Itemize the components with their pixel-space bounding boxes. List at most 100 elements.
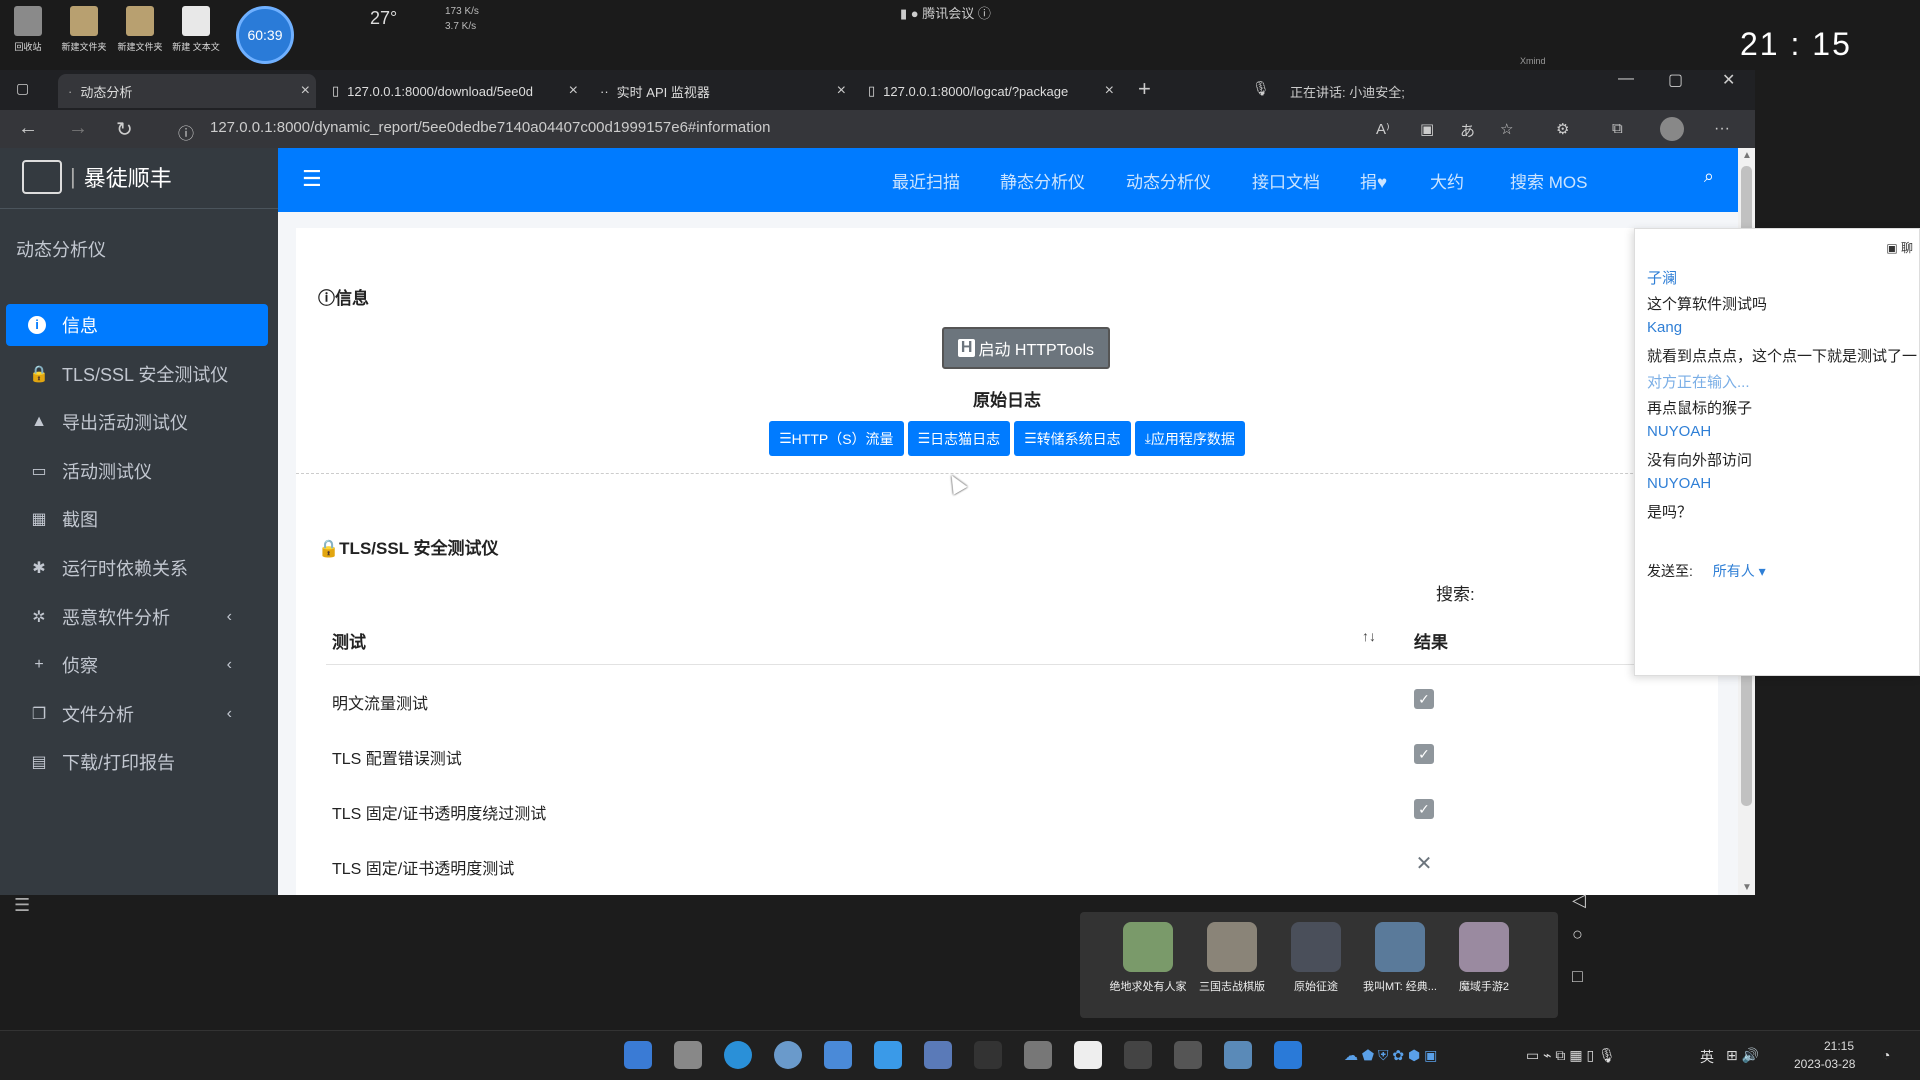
logo-icon — [22, 160, 62, 194]
nav-static-analyzer[interactable]: 静态分析仪 — [1000, 168, 1085, 193]
minimize-button[interactable]: — — [1618, 70, 1634, 88]
nav-search-mos[interactable]: 搜索 MOS — [1510, 168, 1587, 193]
vscode-icon[interactable] — [1274, 1041, 1302, 1069]
ime-indicator[interactable]: 英 — [1700, 1047, 1714, 1067]
hamburger-menu-icon[interactable]: ☰ — [302, 166, 322, 192]
site-info-icon[interactable]: ⓘ — [178, 120, 194, 144]
java-icon[interactable] — [1024, 1041, 1052, 1069]
document-icon[interactable] — [924, 1041, 952, 1069]
chat-send-to: 发送至: 所有人 ▾ — [1647, 563, 1766, 579]
nav-dynamic-analyzer[interactable]: 动态分析仪 — [1126, 168, 1211, 193]
nav-about[interactable]: 大约 — [1430, 168, 1464, 193]
favorite-star-icon[interactable]: ☆ — [1500, 120, 1513, 138]
game-item[interactable]: 我叫MT: 经典... — [1358, 922, 1442, 994]
brand[interactable]: | 暴徒顺丰 — [22, 160, 172, 194]
start-httptools-button[interactable]: H 启动 HTTPTools — [942, 327, 1110, 369]
close-icon[interactable]: × — [837, 82, 846, 100]
desktop-icon-folder-1[interactable]: 新建文件夹 — [56, 6, 112, 53]
window-icon[interactable] — [1174, 1041, 1202, 1069]
profile-avatar[interactable] — [1660, 117, 1684, 141]
taskbar-time[interactable]: 21:15 — [1810, 1039, 1854, 1053]
taskbar-date[interactable]: 2023-03-28 — [1794, 1057, 1855, 1071]
game-item[interactable]: 魔域手游2 — [1442, 922, 1526, 994]
home-circle-icon[interactable]: ○ — [1572, 924, 1583, 945]
game-item[interactable]: 三国志战棋版 — [1190, 922, 1274, 994]
app-icon[interactable] — [1224, 1041, 1252, 1069]
desktop-icon-folder-2[interactable]: 新建文件夹 — [112, 6, 168, 53]
sidebar-item[interactable]: ▤ 下载/打印报告 — [6, 741, 268, 783]
app-view-icon[interactable]: ▣ — [1420, 120, 1434, 138]
tab-actions-icon[interactable]: ▢ — [16, 80, 29, 97]
tab-dynamic-analysis[interactable]: · 动态分析 × — [58, 74, 316, 108]
chrome-icon[interactable] — [774, 1041, 802, 1069]
col-header-result[interactable]: 结果 — [1414, 628, 1448, 653]
read-aloud-icon[interactable]: A⁾ — [1376, 120, 1390, 138]
sidebar-item[interactable]: ❐ 文件分析 ‹ — [6, 693, 268, 735]
log-buttons: ☰ HTTP（S）流量 ☰ 日志猫日志 ☰ 转储系统日志 ⤓ 应用程序数据 — [296, 421, 1718, 456]
scroll-up-arrow-icon[interactable]: ▲ — [1742, 150, 1752, 161]
dumpsys-button[interactable]: ☰ 转储系统日志 — [1014, 421, 1131, 456]
collections-icon[interactable]: ⧉ — [1612, 120, 1623, 137]
search-icon[interactable]: ⌕ — [1704, 166, 1714, 187]
scroll-down-arrow-icon[interactable]: ▼ — [1742, 882, 1752, 893]
chat-header-icon[interactable]: ▣ 聊 — [1886, 239, 1913, 256]
sidebar-item[interactable]: ▲ 导出活动测试仪 — [6, 401, 268, 443]
tray-icons[interactable]: ☁ ⬟ ⛨ ✿ ⬢ ▣ — [1344, 1047, 1437, 1064]
system-tray-icons[interactable]: ▭ ⌁ ⧉ ▦ ▯ 🎙 — [1526, 1047, 1616, 1064]
typora-icon[interactable] — [1074, 1041, 1102, 1069]
list-menu-icon[interactable]: ☰ — [14, 895, 30, 916]
network-volume-icons[interactable]: ⊞ 🔊 — [1726, 1047, 1759, 1064]
back-triangle-icon[interactable]: ◁ — [1572, 890, 1586, 911]
forward-arrow-icon[interactable]: → — [68, 117, 88, 140]
chevron-left-icon[interactable]: ‹ — [227, 705, 232, 723]
back-arrow-icon[interactable]: ← — [18, 117, 38, 140]
start-icon[interactable] — [624, 1041, 652, 1069]
chevron-left-icon[interactable]: ‹ — [227, 608, 232, 626]
app-icon[interactable] — [824, 1041, 852, 1069]
game-item[interactable]: 绝地求处有人家 — [1106, 922, 1190, 994]
notification-icon[interactable]: ◔ — [1882, 1047, 1890, 1063]
tab-logcat[interactable]: ▯ 127.0.0.1:8000/logcat/?package × — [858, 74, 1120, 108]
sort-icon[interactable]: ↑↓ — [1362, 628, 1376, 644]
tab-api-monitor[interactable]: ·· 实时 API 监视器 × — [590, 74, 852, 108]
terminal-icon[interactable] — [1124, 1041, 1152, 1069]
http-traffic-button[interactable]: ☰ HTTP（S）流量 — [769, 421, 904, 456]
new-tab-button[interactable]: + — [1138, 76, 1151, 102]
close-icon[interactable]: × — [1105, 82, 1114, 100]
translate-icon[interactable]: あ — [1460, 120, 1475, 141]
recents-square-icon[interactable]: □ — [1572, 966, 1583, 987]
sidebar-item[interactable]: ▦ 截图 — [6, 498, 268, 540]
chat-recipient-dropdown[interactable]: 所有人 ▾ — [1713, 563, 1766, 579]
sidebar-item[interactable]: ✲ 恶意软件分析 ‹ — [6, 596, 268, 638]
sidebar-item[interactable]: 🔒 TLS/SSL 安全测试仪 — [6, 353, 268, 395]
close-window-button[interactable]: ✕ — [1722, 70, 1735, 90]
print-icon: ▤ — [31, 754, 47, 772]
chevron-left-icon[interactable]: ‹ — [227, 656, 232, 674]
game-item[interactable]: 原始征途 — [1274, 922, 1358, 994]
desktop-icon-text-file[interactable]: 新建 文本文 — [168, 6, 224, 53]
sidebar-item[interactable]: ✱ 运行时依赖关系 — [6, 547, 268, 589]
app-icon[interactable] — [974, 1041, 1002, 1069]
desktop-icon-recycle-bin[interactable]: 回收站 — [0, 6, 56, 53]
maximize-button[interactable]: ▢ — [1668, 70, 1683, 90]
more-menu-icon[interactable]: ··· — [1714, 120, 1730, 138]
nav-donate[interactable]: 捐♥ — [1360, 168, 1387, 193]
app-data-button[interactable]: ⤓ 应用程序数据 — [1134, 421, 1245, 456]
sidebar-item[interactable]: + 侦察 ‹ — [6, 644, 268, 686]
reload-icon[interactable]: ↻ — [116, 117, 133, 142]
sidebar-item[interactable]: i 信息 — [6, 304, 268, 346]
info-circle-icon[interactable]: ⓘ — [978, 6, 991, 21]
url-field[interactable]: 127.0.0.1:8000/dynamic_report/5ee0dedbe7… — [210, 119, 770, 136]
close-icon[interactable]: × — [301, 82, 310, 100]
nav-api-docs[interactable]: 接口文档 — [1252, 168, 1320, 193]
file-explorer-icon[interactable] — [674, 1041, 702, 1069]
nav-recent-scans[interactable]: 最近扫描 — [892, 168, 960, 193]
tab-download[interactable]: ▯ 127.0.0.1:8000/download/5ee0d × — [322, 74, 584, 108]
meeting-app-icon[interactable] — [874, 1041, 902, 1069]
sidebar-item[interactable]: ▭ 活动测试仪 — [6, 450, 268, 492]
col-header-test[interactable]: 测试 — [332, 628, 366, 653]
close-icon[interactable]: × — [569, 82, 578, 100]
logcat-button[interactable]: ☰ 日志猫日志 — [907, 421, 1011, 456]
extensions-icon[interactable]: ⚙ — [1556, 120, 1569, 138]
edge-icon[interactable] — [724, 1041, 752, 1069]
